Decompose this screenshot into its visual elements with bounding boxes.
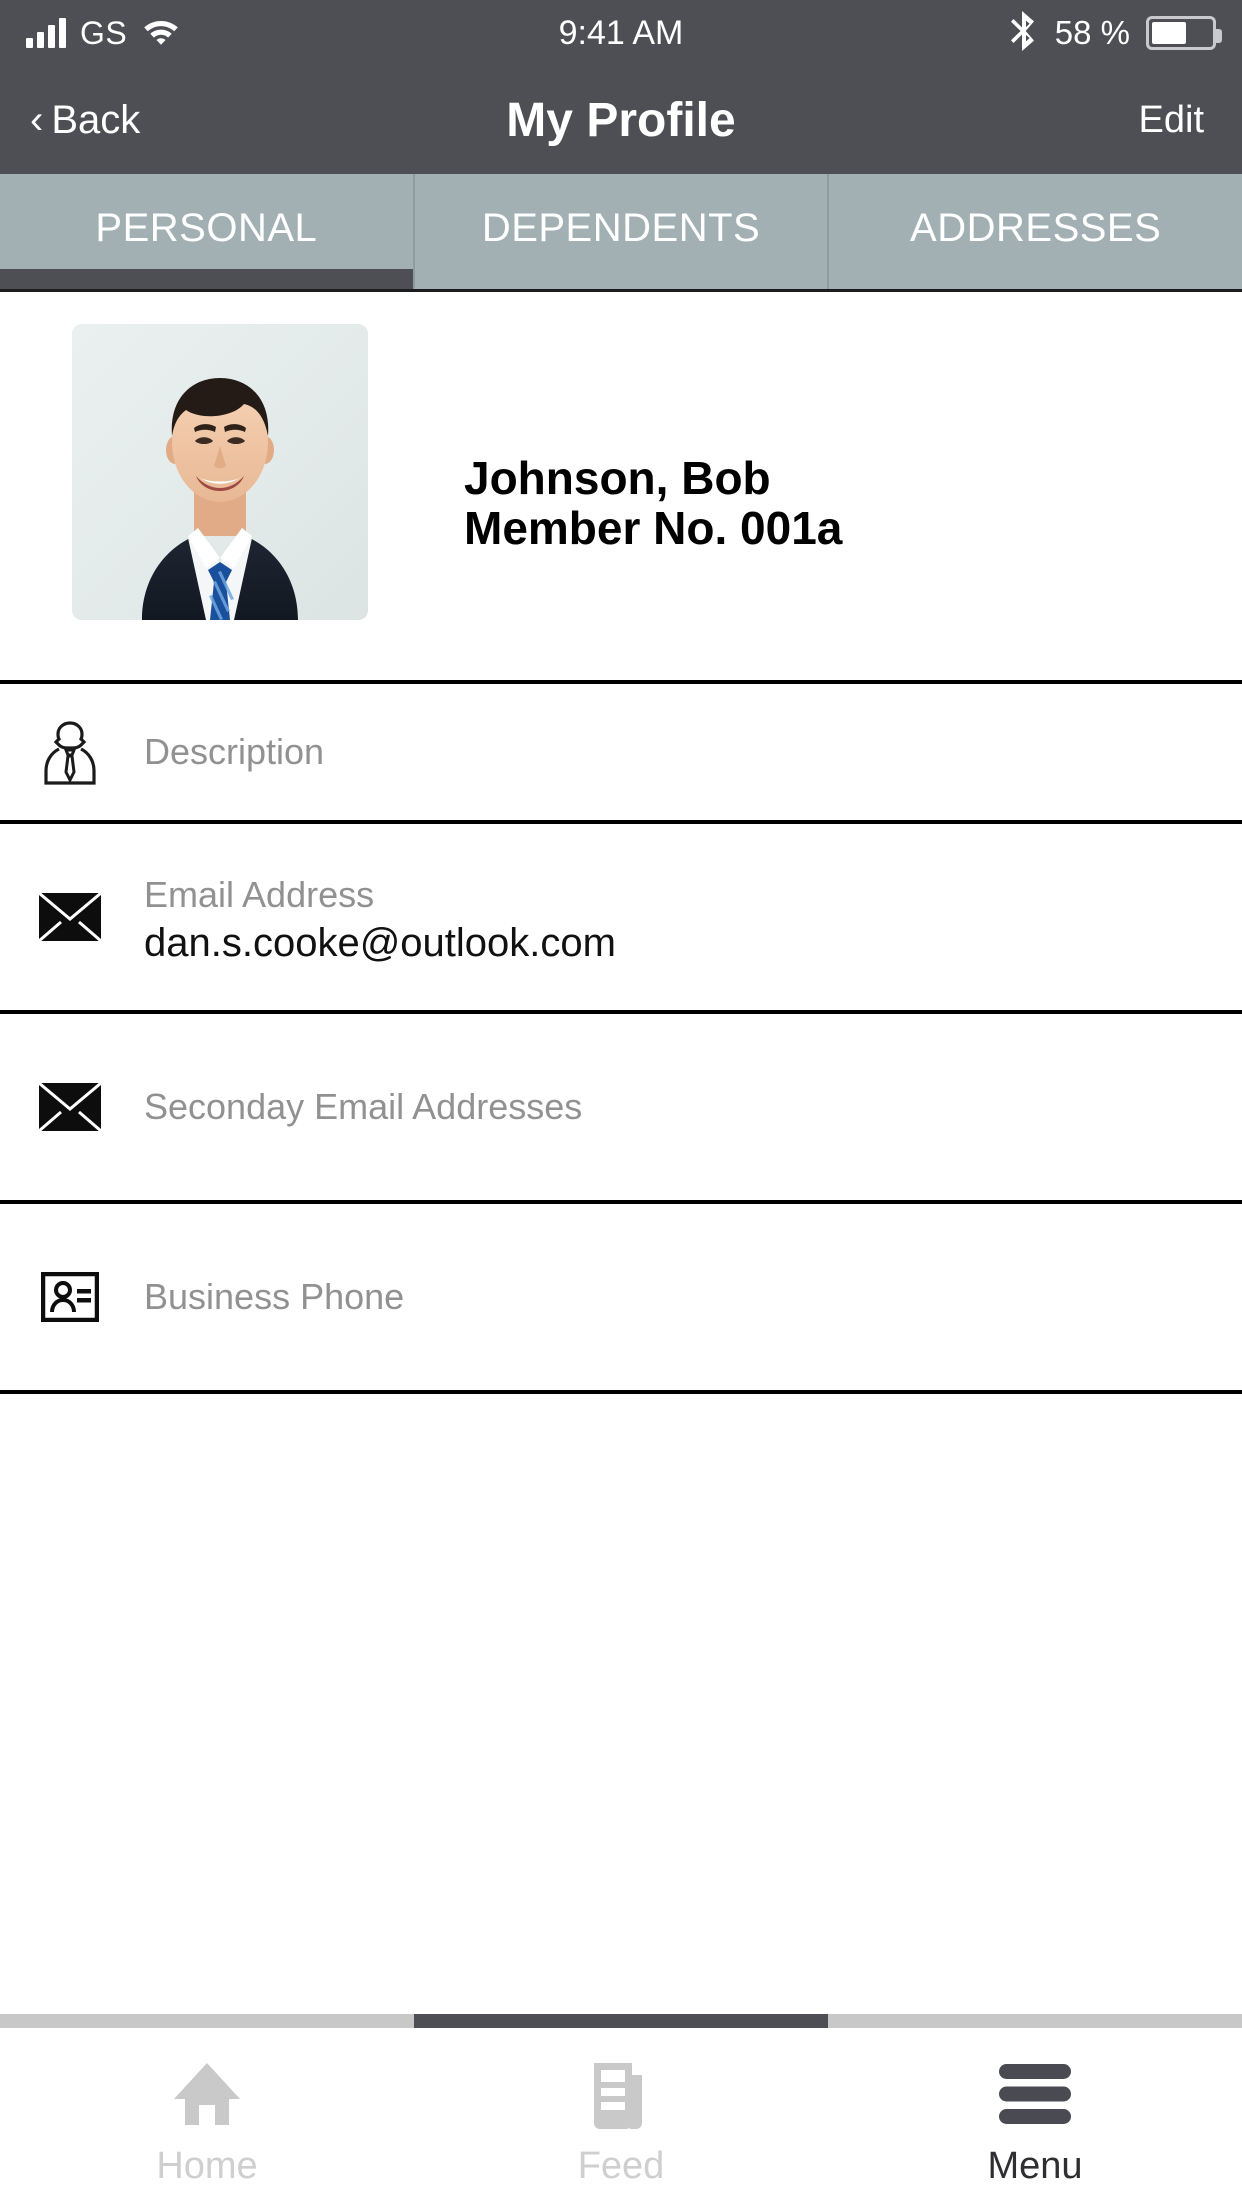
field-row-business-phone[interactable]: Business Phone — [0, 1204, 1242, 1394]
profile-name: Johnson, Bob — [464, 452, 771, 504]
signal-bars-icon — [26, 18, 66, 48]
feed-icon — [590, 2057, 652, 2131]
back-button-label: Back — [51, 97, 141, 142]
status-bar-left: GS — [26, 15, 181, 52]
avatar[interactable] — [72, 324, 368, 620]
scroll-segment-1 — [0, 2014, 414, 2028]
tabbar-item-feed[interactable]: Feed — [414, 2028, 828, 2208]
tab-personal[interactable]: PERSONAL — [0, 174, 415, 289]
navigation-bar: ‹ Back My Profile Edit — [0, 66, 1242, 174]
tab-dependents[interactable]: DEPENDENTS — [414, 174, 830, 289]
wifi-icon — [141, 15, 181, 52]
field-label-secondary-email-addresses: Seconday Email Addresses — [144, 1086, 583, 1128]
chevron-left-icon: ‹ — [30, 98, 44, 142]
page-title: My Profile — [506, 93, 736, 147]
status-bar: GS 9:41 AM 58 % — [0, 0, 1242, 66]
field-label-business-phone: Business Phone — [144, 1276, 405, 1318]
profile-photo — [72, 324, 368, 620]
app-screen: GS 9:41 AM 58 % ‹ Back My Profile Edit P… — [0, 0, 1242, 2208]
contact-card-icon — [34, 1261, 106, 1333]
bluetooth-icon — [1009, 9, 1039, 58]
field-row-description[interactable]: Description — [0, 684, 1242, 824]
field-body-business-phone: Business Phone — [144, 1275, 404, 1319]
profile-member-no: Member No. 001a — [464, 501, 843, 554]
tabbar-label-home: Home — [156, 2144, 258, 2187]
tabbar-label-feed: Feed — [577, 2144, 665, 2187]
tab-addresses-label: ADDRESSES — [910, 206, 1162, 250]
tab-addresses[interactable]: ADDRESSES — [829, 174, 1242, 289]
bottom-tab-bar: Home Feed Menu — [0, 2028, 1242, 2208]
field-body-email-address: Email Address dan.s.cooke@outlook.com — [144, 873, 616, 968]
field-body-description: Description — [144, 730, 324, 774]
envelope-icon — [34, 1071, 106, 1143]
hamburger-menu-icon — [997, 2057, 1073, 2131]
field-row-email-address[interactable]: Email Address dan.s.cooke@outlook.com — [0, 824, 1242, 1014]
field-label-email-address: Email Address — [144, 873, 375, 915]
segment-tab-bar: PERSONAL DEPENDENTS ADDRESSES — [0, 174, 1242, 292]
person-tie-icon — [34, 716, 106, 788]
tabbar-label-menu: Menu — [987, 2144, 1083, 2187]
home-icon — [170, 2057, 244, 2131]
edit-button[interactable]: Edit — [1139, 99, 1204, 142]
scroll-segment-2 — [414, 2014, 828, 2028]
battery-percent-label: 58 % — [1054, 14, 1130, 51]
profile-name-block: Johnson, Bob Member No. 001a — [464, 452, 843, 554]
profile-header: Johnson, Bob Member No. 001a — [0, 292, 1242, 680]
profile-content: Johnson, Bob Member No. 001a Description — [0, 292, 1242, 2014]
battery-icon — [1146, 16, 1222, 50]
tabbar-item-home[interactable]: Home — [0, 2028, 414, 2208]
profile-field-list: Description Email Address dan.s.cooke@ou… — [0, 680, 1242, 1394]
back-button[interactable]: ‹ Back — [30, 98, 140, 143]
status-bar-right: 58 % — [1009, 0, 1222, 66]
field-row-secondary-email-addresses[interactable]: Seconday Email Addresses — [0, 1014, 1242, 1204]
tabbar-item-menu[interactable]: Menu — [828, 2028, 1242, 2208]
scroll-segment-3 — [828, 2014, 1242, 2028]
page-scroll-indicator[interactable] — [0, 2014, 1242, 2028]
field-value-email-address: dan.s.cooke@outlook.com — [144, 920, 616, 965]
envelope-icon — [34, 881, 106, 953]
tab-personal-label: PERSONAL — [95, 206, 318, 250]
carrier-label: GS — [80, 14, 128, 51]
tab-dependents-label: DEPENDENTS — [481, 206, 761, 250]
field-label-description: Description — [144, 731, 325, 773]
field-body-secondary-email-addresses: Seconday Email Addresses — [144, 1085, 582, 1129]
